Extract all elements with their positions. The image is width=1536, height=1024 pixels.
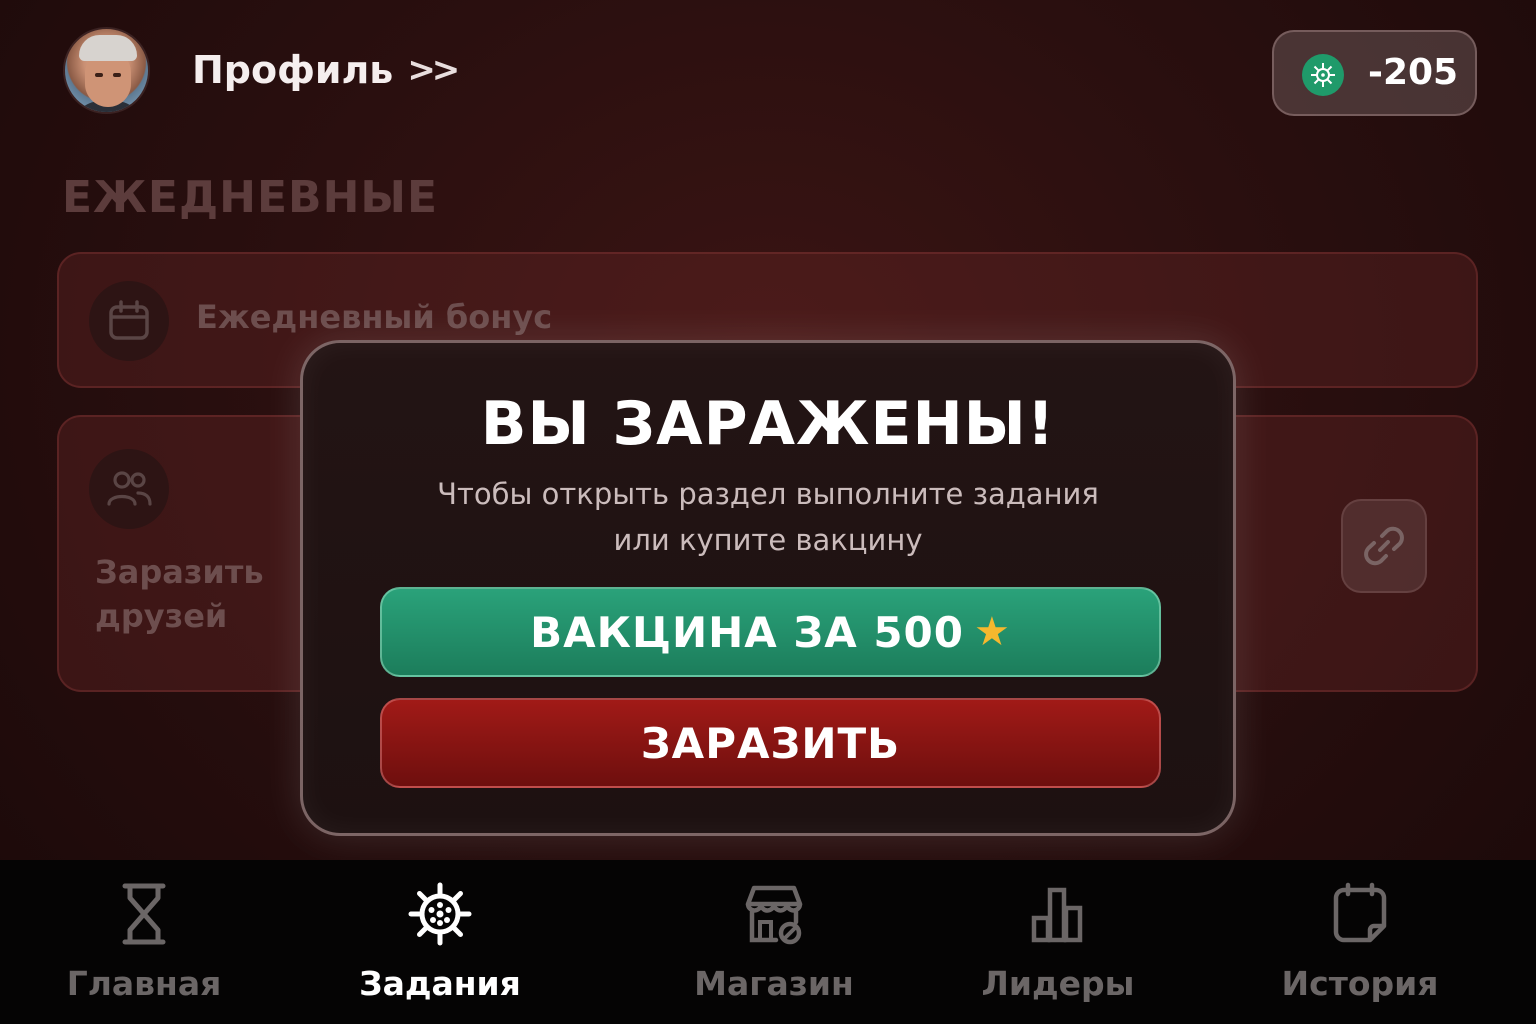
- nav-label-shop: Магазин: [694, 964, 854, 1003]
- nav-item-home[interactable]: Главная: [64, 878, 224, 1008]
- infect-button[interactable]: ЗАРАЗИТЬ: [380, 698, 1161, 788]
- virus-coin-icon: [1302, 54, 1344, 96]
- copy-link-button[interactable]: [1341, 499, 1427, 593]
- nav-item-leaders[interactable]: Лидеры: [978, 878, 1138, 1008]
- modal-title: ВЫ ЗАРАЖЕНЫ!: [480, 389, 1056, 459]
- calendar-page-icon: [1324, 878, 1396, 950]
- bar-chart-icon: [1022, 878, 1094, 950]
- link-icon: [1364, 526, 1404, 566]
- app-root: Профиль >> -205 ЕЖЕДНЕВНЫЕ Ежедневный бо…: [0, 0, 1536, 1024]
- infect-button-label: ЗАРАЗИТЬ: [640, 718, 901, 768]
- nav-label-tasks: Задания: [359, 964, 521, 1003]
- calendar-icon: [89, 281, 169, 361]
- nav-label-history: История: [1281, 964, 1439, 1003]
- modal-subtitle-line1: Чтобы открыть раздел выполните задания: [437, 477, 1099, 511]
- avatar-eye: [113, 73, 121, 77]
- daily-bonus-label: Ежедневный бонус: [196, 298, 553, 336]
- avatar[interactable]: [63, 27, 150, 114]
- section-title-daily: ЕЖЕДНЕВНЫЕ: [62, 172, 439, 223]
- avatar-hair: [79, 35, 137, 61]
- nav-label-home: Главная: [66, 964, 222, 1003]
- hourglass-icon: [108, 878, 180, 950]
- users-icon: [89, 449, 169, 529]
- buy-vaccine-button[interactable]: ВАКЦИНА ЗА 500 ★: [380, 587, 1161, 677]
- virus-icon: [404, 878, 476, 950]
- nav-item-history[interactable]: История: [1280, 878, 1440, 1008]
- modal-subtitle: Чтобы открыть раздел выполните задания и…: [303, 471, 1233, 563]
- balance-value: -205: [1368, 52, 1459, 93]
- nav-item-tasks[interactable]: Задания: [359, 878, 521, 1008]
- header: Профиль >> -205: [0, 0, 1536, 150]
- profile-label: Профиль: [192, 48, 394, 92]
- profile-link[interactable]: Профиль >>: [192, 48, 460, 92]
- modal-subtitle-line2: или купите вакцину: [613, 523, 923, 557]
- bottom-nav: Главная Задания Магазин Лидеры История: [0, 860, 1536, 1024]
- avatar-eye: [95, 73, 103, 77]
- balance-badge[interactable]: -205: [1272, 30, 1477, 116]
- nav-item-shop[interactable]: Магазин: [694, 878, 854, 1008]
- double-chevron-right-icon: >>: [407, 50, 460, 90]
- infected-modal: ВЫ ЗАРАЖЕНЫ! Чтобы открыть раздел выполн…: [300, 340, 1236, 836]
- star-icon: ★: [974, 609, 1011, 655]
- store-icon: [738, 878, 810, 950]
- infect-friends-label: Заразить друзей: [95, 553, 264, 635]
- nav-label-leaders: Лидеры: [981, 964, 1135, 1003]
- buy-vaccine-label: ВАКЦИНА ЗА 500: [530, 607, 965, 657]
